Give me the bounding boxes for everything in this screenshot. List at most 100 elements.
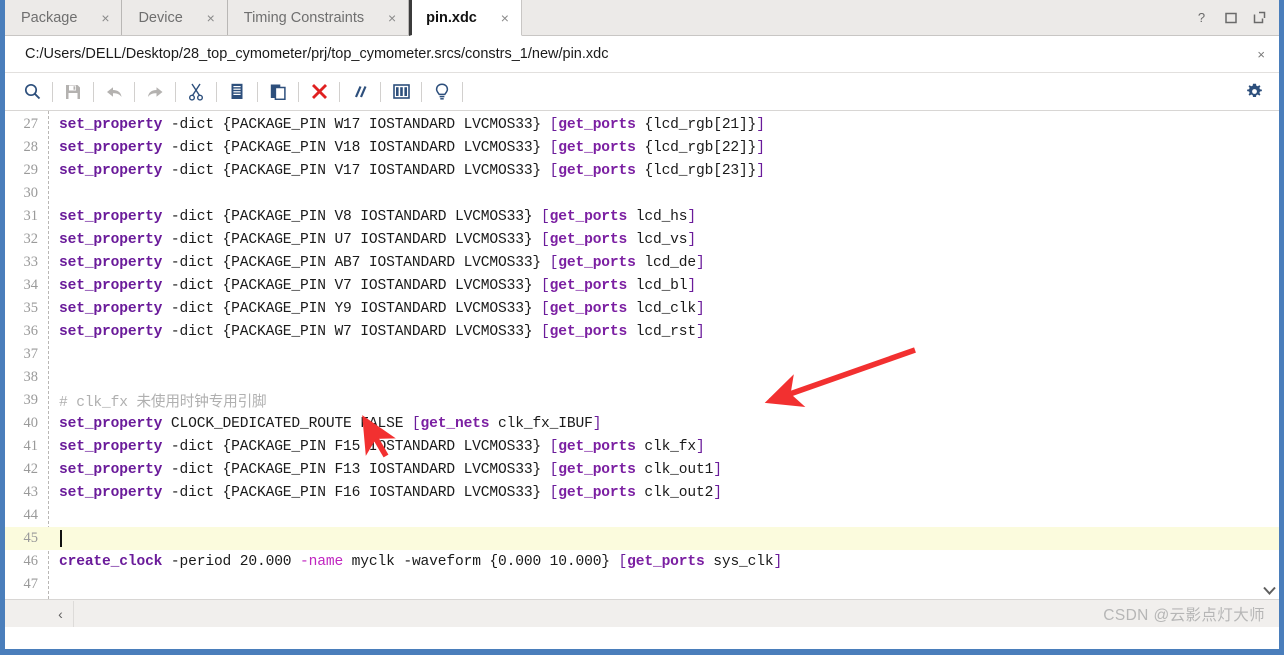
- tab-timing-constraints[interactable]: Timing Constraints ×: [227, 0, 410, 35]
- code-token: -dict {PACKAGE_PIN F16 IOSTANDARD LVCMOS…: [162, 484, 550, 501]
- code-token: lcd_vs: [627, 231, 688, 248]
- code-line[interactable]: 34 set_property -dict {PACKAGE_PIN V7 IOS…: [5, 274, 1279, 297]
- code-token: -dict {PACKAGE_PIN V8 IOSTANDARD LVCMOS3…: [162, 208, 542, 225]
- toolbar-separator: [462, 81, 463, 102]
- code-token: clk_fx: [635, 438, 697, 455]
- code-token: -dict {PACKAGE_PIN F15 IOSTANDARD LVCMOS…: [162, 438, 550, 455]
- code-token: [: [541, 208, 550, 225]
- code-token: ]: [696, 300, 705, 317]
- code-line[interactable]: 38: [5, 366, 1279, 389]
- watermark: CSDN @云影点灯大师: [1103, 607, 1265, 624]
- editor-toolbar: [5, 73, 1279, 111]
- code-token: [: [549, 139, 559, 156]
- code-line[interactable]: 27 set_property -dict {PACKAGE_PIN W17 IO…: [5, 113, 1279, 136]
- code-line[interactable]: 47: [5, 573, 1279, 596]
- horizontal-scrollbar[interactable]: ‹ CSDN @云影点灯大师: [5, 586, 1279, 627]
- bulb-icon[interactable]: [425, 78, 459, 106]
- close-icon[interactable]: ×: [205, 11, 217, 25]
- toolbar-separator: [298, 81, 299, 102]
- code-token: CLOCK_DEDICATED_ROUTE FALSE: [162, 415, 412, 432]
- close-icon[interactable]: ×: [499, 11, 511, 25]
- toolbar-separator: [380, 81, 381, 102]
- code-line[interactable]: 45: [5, 527, 1279, 550]
- code-token: clk_fx_IBUF: [489, 415, 593, 432]
- close-icon[interactable]: ×: [386, 11, 398, 25]
- code-token: get_ports: [558, 162, 636, 179]
- code-line[interactable]: 33 set_property -dict {PACKAGE_PIN AB7 IO…: [5, 251, 1279, 274]
- code-line[interactable]: 46 create_clock -period 20.000 -name mycl…: [5, 550, 1279, 573]
- horizontal-scroll-track[interactable]: [74, 600, 1279, 627]
- code-line[interactable]: 36 set_property -dict {PACKAGE_PIN W7 IOS…: [5, 320, 1279, 343]
- code-editor-window: Package × Device × Timing Constraints × …: [0, 0, 1284, 655]
- save-icon[interactable]: [56, 78, 90, 106]
- redo-icon[interactable]: [138, 78, 172, 106]
- code-line[interactable]: 28 set_property -dict {PACKAGE_PIN V18 IO…: [5, 136, 1279, 159]
- code-line[interactable]: 44: [5, 504, 1279, 527]
- code-line[interactable]: 39 # clk_fx 未使用时钟专用引脚: [5, 389, 1279, 412]
- scroll-down-icon[interactable]: [1261, 582, 1277, 598]
- code-line[interactable]: 35 set_property -dict {PACKAGE_PIN Y9 IOS…: [5, 297, 1279, 320]
- code-token: set_property: [59, 116, 163, 133]
- code-text: set_property -dict {PACKAGE_PIN AB7 IOST…: [48, 255, 705, 271]
- code-token: myclk -waveform {0.000 10.000}: [343, 553, 619, 570]
- comment-icon[interactable]: [343, 78, 377, 106]
- scroll-left-icon[interactable]: ‹: [48, 600, 74, 627]
- svg-text:?: ?: [1198, 11, 1205, 24]
- code-line[interactable]: 42 set_property -dict {PACKAGE_PIN F13 IO…: [5, 458, 1279, 481]
- code-line[interactable]: 41 set_property -dict {PACKAGE_PIN F15 IO…: [5, 435, 1279, 458]
- code-token: sys_clk: [704, 553, 774, 570]
- window-controls: ?: [1186, 0, 1279, 35]
- code-token: ]: [592, 415, 602, 432]
- code-token: ]: [687, 277, 697, 294]
- line-number: 47: [23, 576, 39, 592]
- code-token: get_ports: [558, 438, 636, 455]
- line-number: 34: [23, 277, 39, 293]
- gear-icon[interactable]: [1237, 78, 1271, 106]
- line-number: 35: [23, 300, 39, 316]
- code-token: set_property: [59, 277, 163, 294]
- code-token: ]: [773, 553, 783, 570]
- code-token: get_ports: [627, 553, 705, 570]
- maximize-icon[interactable]: [1223, 10, 1238, 25]
- float-window-icon[interactable]: [1252, 10, 1267, 25]
- code-line[interactable]: 37: [5, 343, 1279, 366]
- code-line[interactable]: 43 set_property -dict {PACKAGE_PIN F16 IO…: [5, 481, 1279, 504]
- code-token: ]: [713, 484, 722, 501]
- code-text: set_property -dict {PACKAGE_PIN V18 IOST…: [48, 140, 765, 156]
- cut-icon[interactable]: [179, 78, 213, 106]
- tab-device[interactable]: Device ×: [122, 0, 228, 35]
- find-icon[interactable]: [15, 78, 49, 106]
- code-line[interactable]: 31 set_property -dict {PACKAGE_PIN V8 IOS…: [5, 205, 1279, 228]
- code-token: set_property: [59, 323, 163, 340]
- code-line[interactable]: 40 set_property CLOCK_DEDICATED_ROUTE FAL…: [5, 412, 1279, 435]
- paste-icon[interactable]: [261, 78, 295, 106]
- code-token: -name: [300, 553, 344, 570]
- code-token: {lcd_rgb[21]}: [635, 116, 757, 133]
- code-token: ]: [756, 162, 765, 179]
- code-line[interactable]: 30: [5, 182, 1279, 205]
- code-token: [: [549, 162, 559, 179]
- copy-icon[interactable]: [220, 78, 254, 106]
- code-token: -dict {PACKAGE_PIN V17 IOSTANDARD LVCMOS…: [162, 162, 550, 179]
- code-line[interactable]: 29 set_property -dict {PACKAGE_PIN V17 IO…: [5, 159, 1279, 182]
- code-text: set_property -dict {PACKAGE_PIN V8 IOSTA…: [48, 209, 696, 225]
- code-line[interactable]: 32 set_property -dict {PACKAGE_PIN U7 IOS…: [5, 228, 1279, 251]
- toolbar-separator: [257, 81, 258, 102]
- close-icon[interactable]: ×: [99, 11, 111, 25]
- code-token: set_property: [59, 162, 163, 179]
- code-token: -period 20.000: [162, 553, 301, 570]
- undo-icon[interactable]: [97, 78, 131, 106]
- tab-package[interactable]: Package ×: [5, 0, 123, 35]
- code-token: set_property: [59, 139, 163, 156]
- close-icon[interactable]: ×: [1251, 47, 1271, 62]
- code-editor-area[interactable]: 27 set_property -dict {PACKAGE_PIN W17 IO…: [5, 111, 1279, 599]
- delete-icon[interactable]: [302, 78, 336, 106]
- help-icon[interactable]: ?: [1194, 10, 1209, 25]
- code-token: ]: [687, 231, 697, 248]
- line-number: 28: [23, 139, 39, 155]
- columns-icon[interactable]: [384, 78, 418, 106]
- code-token: get_ports: [558, 139, 636, 156]
- tab-bar: Package × Device × Timing Constraints × …: [5, 0, 1279, 36]
- code-token: {lcd_rgb[23]}: [635, 162, 757, 179]
- tab-pin-xdc[interactable]: pin.xdc ×: [409, 0, 522, 36]
